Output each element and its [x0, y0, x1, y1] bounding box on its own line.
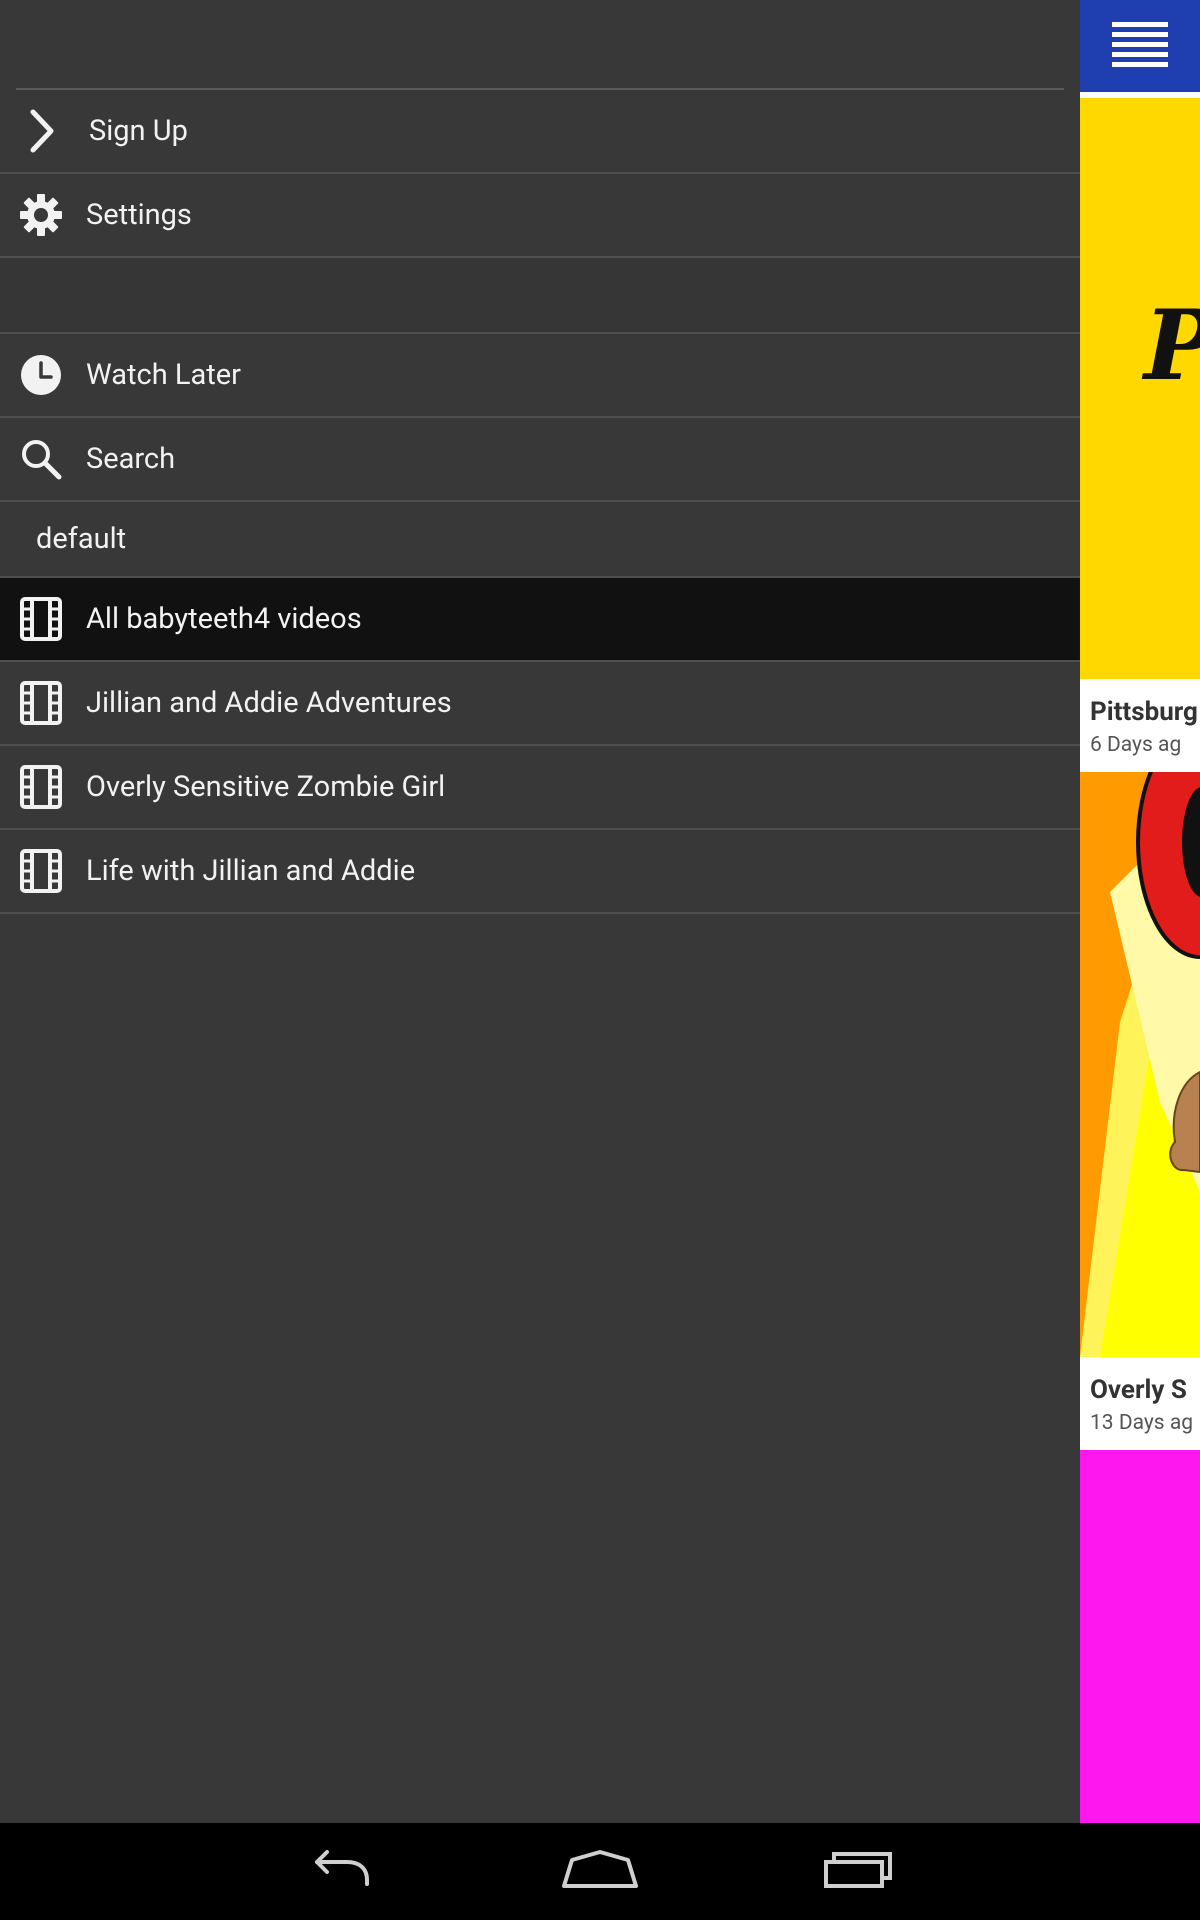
search-icon: [18, 436, 64, 482]
navigation-drawer: Sign Up Settings Watch Later Search defa…: [0, 0, 1080, 1823]
video-thumbnail[interactable]: [1080, 772, 1200, 1357]
video-thumbnail[interactable]: P: [1080, 98, 1200, 679]
system-navigation-bar: [0, 1823, 1200, 1920]
sign-up-label: Sign Up: [89, 114, 188, 148]
playlist-item-life-with-jillian-addie[interactable]: Life with Jillian and Addie: [0, 830, 1080, 914]
film-icon: [18, 764, 64, 810]
watch-later-item[interactable]: Watch Later: [0, 334, 1080, 418]
playlist-item-jillian-addie-adventures[interactable]: Jillian and Addie Adventures: [0, 662, 1080, 746]
hamburger-menu-icon: [1112, 20, 1168, 72]
playlist-label: Life with Jillian and Addie: [86, 854, 416, 888]
watch-later-label: Watch Later: [86, 358, 241, 392]
back-button[interactable]: [293, 1837, 393, 1907]
video-age: 6 Days ag: [1090, 733, 1182, 757]
search-label: Search: [86, 442, 176, 476]
playlist-item-overly-sensitive-zombie-girl[interactable]: Overly Sensitive Zombie Girl: [0, 746, 1080, 830]
film-icon: [18, 596, 64, 642]
settings-item[interactable]: Settings: [0, 174, 1080, 258]
gear-icon: [18, 192, 64, 238]
chevron-right-icon: [18, 108, 64, 154]
home-button[interactable]: [550, 1837, 650, 1907]
video-title: Pittsburg: [1090, 697, 1198, 727]
video-caption[interactable]: Pittsburg 6 Days ag: [1080, 679, 1200, 772]
playlist-item-all-videos[interactable]: All babyteeth4 videos: [0, 578, 1080, 662]
video-age: 13 Days ag: [1090, 1411, 1194, 1435]
video-thumbnail[interactable]: [1080, 1450, 1200, 1823]
video-caption[interactable]: Overly S 13 Days ag: [1080, 1357, 1200, 1450]
drawer-header: [0, 0, 1080, 90]
recent-apps-icon: [822, 1850, 894, 1894]
section-label: default: [36, 522, 127, 556]
back-icon: [307, 1848, 379, 1896]
menu-button[interactable]: [1080, 0, 1200, 92]
playlist-label: Jillian and Addie Adventures: [86, 686, 452, 720]
playlist-label: Overly Sensitive Zombie Girl: [86, 770, 446, 804]
recent-apps-button[interactable]: [808, 1837, 908, 1907]
playlist-label: All babyteeth4 videos: [86, 602, 362, 636]
settings-label: Settings: [86, 198, 192, 232]
thumbnail-text: P: [1144, 298, 1200, 394]
film-icon: [18, 848, 64, 894]
thumbnail-art: [1080, 772, 1200, 1357]
app-screen: Sign Up Settings Watch Later Search defa…: [0, 0, 1200, 1920]
search-item[interactable]: Search: [0, 418, 1080, 502]
section-header: default: [0, 502, 1080, 578]
clock-icon: [18, 352, 64, 398]
video-title: Overly S: [1090, 1375, 1187, 1405]
sign-up-item[interactable]: Sign Up: [0, 90, 1080, 174]
video-list: P Pittsburg 6 Days ag Overly S 13 Days a…: [1080, 0, 1200, 1823]
film-icon: [18, 680, 64, 726]
drawer-spacer: [0, 258, 1080, 334]
home-icon: [560, 1850, 640, 1894]
